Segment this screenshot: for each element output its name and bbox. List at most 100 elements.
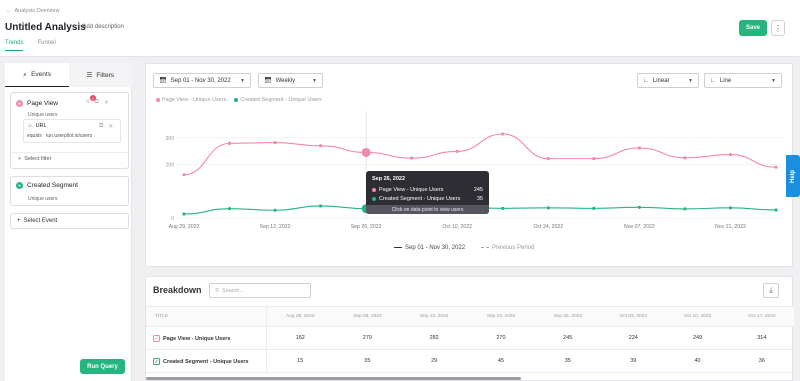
copy-icon[interactable]: ⧉: [99, 123, 103, 130]
breakdown-title: Breakdown: [153, 285, 202, 295]
table-cell: 29: [400, 349, 468, 373]
data-point: [592, 206, 596, 210]
column-header[interactable]: Sep 12, 2022: [400, 306, 468, 327]
x-tick-label: Sep 26, 2022: [351, 224, 382, 230]
legend-current-period[interactable]: Sep 01 - Nov 30, 2022: [394, 245, 465, 251]
close-icon[interactable]: ✕: [108, 123, 113, 130]
select-event-button[interactable]: + Select Event: [10, 213, 129, 229]
lightning-icon: ⚡︎: [22, 71, 28, 79]
breadcrumb-link[interactable]: Analysis Overview: [15, 8, 60, 14]
trends-chart-panel: 📅︎ Sep 01 - Nov 30, 2022 ▼ 📅︎ Weekly ▼ ∟…: [145, 63, 793, 267]
column-header[interactable]: Sep 19, 2022: [467, 306, 535, 327]
filter-operator[interactable]: equals: [27, 133, 42, 139]
table-cell: 282: [400, 326, 468, 350]
tab-filters[interactable]: ☰ Filters: [68, 63, 132, 87]
back-arrow-icon[interactable]: ←: [6, 8, 12, 14]
row-title-cell: ✓ Page View - Unique Users: [146, 326, 267, 350]
event-name[interactable]: Page View: [27, 100, 58, 107]
help-tab[interactable]: Help: [786, 155, 800, 197]
tooltip-swatch: [372, 188, 376, 192]
row-title: Created Segment - Unique Users: [163, 358, 249, 365]
run-query-button[interactable]: Run Query: [80, 359, 125, 374]
row-title: Page View - Unique Users: [163, 335, 231, 342]
column-header[interactable]: Oct 17, 2022: [729, 306, 794, 327]
download-button[interactable]: ⤓: [763, 283, 779, 298]
event-header: ● Page View: [16, 100, 58, 107]
table-cell: 35: [534, 349, 602, 373]
legend-previous-period[interactable]: Previous Period: [481, 245, 534, 251]
tab-events[interactable]: ⚡︎ Events: [5, 63, 69, 87]
select-filter-button[interactable]: + Select filter: [18, 156, 51, 162]
tab-funnel[interactable]: Funnel: [37, 40, 55, 51]
line-chart[interactable]: 0 200 300 Aug 29, 2022 Sep 12, 2022 Sep 26, 2…: [146, 64, 794, 268]
data-point: [501, 132, 505, 136]
event-card-created-segment[interactable]: ● Created Segment Unique users: [10, 176, 129, 206]
close-icon[interactable]: ✕: [104, 99, 109, 106]
query-sidebar: ⚡︎ Events ☰ Filters ● Page View ≡ 1 ⧉ ✕ U…: [5, 63, 132, 381]
data-point: [774, 208, 778, 212]
event-name[interactable]: Created Segment: [27, 182, 78, 189]
table-cell: 39: [601, 349, 666, 373]
event-header: ● Created Segment: [16, 182, 78, 189]
horizontal-scrollbar[interactable]: [146, 377, 521, 380]
page-title[interactable]: Untitled Analysis: [5, 22, 86, 33]
tooltip-swatch: [372, 197, 376, 201]
event-metric[interactable]: Unique users: [28, 196, 57, 202]
table-row: ✓ Page View - Unique Users 162 279 282 27…: [146, 326, 794, 350]
save-button[interactable]: Save: [739, 20, 767, 36]
more-options-button[interactable]: ⋮: [771, 20, 785, 36]
tooltip-row: Created Segment - Unique Users 35: [372, 196, 483, 202]
sidebar-tabs: ⚡︎ Events ☰ Filters: [5, 63, 132, 87]
event-filter[interactable]: ☺ URL ⧉ ✕ equals run.userpilot.io/users: [23, 119, 121, 143]
tooltip-value: 245: [473, 187, 483, 193]
y-tick-label: 0: [171, 216, 174, 222]
x-tick-label: Oct 24, 2022: [533, 224, 563, 230]
tooltip-date: Sep 26, 2022: [372, 176, 406, 182]
filter-value[interactable]: run.userpilot.io/users: [46, 133, 92, 139]
tab-trends[interactable]: Trends: [5, 40, 24, 51]
table-cell: 249: [665, 326, 730, 350]
breakdown-table: TITLE Aug 29, 2022 Sep 05, 2022 Sep 12, …: [146, 306, 794, 373]
data-point: [182, 173, 186, 177]
event-card-page-view[interactable]: ● Page View ≡ 1 ⧉ ✕ Unique users ☺ URL ⧉ …: [10, 92, 129, 169]
search-icon: ⚲: [215, 287, 220, 294]
data-point: [319, 204, 323, 208]
column-header[interactable]: Oct 10, 2022: [665, 306, 730, 327]
column-header[interactable]: Sep 05, 2022: [333, 306, 401, 327]
x-tick-label: Nov 07, 2022: [624, 224, 655, 230]
breadcrumb[interactable]: ← Analysis Overview: [6, 8, 59, 14]
filter-condition: equals run.userpilot.io/users: [27, 133, 92, 139]
current-period-label: Sep 01 - Nov 30, 2022: [405, 245, 466, 251]
user-icon: ☺: [27, 123, 33, 129]
add-description-button[interactable]: + Add description: [77, 24, 124, 30]
tooltip-label: Created Segment - Unique Users: [379, 196, 461, 202]
search-placeholder: Search...: [222, 287, 245, 294]
data-point: [546, 157, 550, 161]
tooltip-label: Page View - Unique Users: [379, 187, 444, 193]
column-header-title[interactable]: TITLE: [146, 306, 267, 327]
filter-icon[interactable]: ≡ 1: [86, 95, 96, 106]
x-tick-label: Oct 10, 2022: [442, 224, 472, 230]
select-filter-label: Select filter: [24, 156, 52, 162]
tooltip-footer[interactable]: Click on data point to view users: [366, 205, 489, 214]
column-header[interactable]: Aug 29, 2022: [266, 306, 334, 327]
x-tick-label: Sep 12, 2022: [260, 224, 291, 230]
data-point: [501, 206, 505, 210]
data-point: [182, 212, 186, 216]
table-row: ✓ Created Segment - Unique Users 15 35 29…: [146, 349, 794, 373]
filter-actions: ⧉ ✕: [99, 123, 113, 130]
tab-filters-label: Filters: [96, 71, 115, 79]
event-metric[interactable]: Unique users: [28, 112, 57, 118]
row-checkbox[interactable]: ✓: [153, 334, 160, 342]
tooltip-row: Page View - Unique Users 245: [372, 187, 483, 193]
data-point: [273, 208, 277, 212]
column-header[interactable]: Oct 03, 2022: [601, 306, 666, 327]
table-cell: 36: [729, 349, 794, 373]
breakdown-search-input[interactable]: ⚲ Search...: [209, 283, 311, 298]
y-tick-label: 300: [166, 136, 175, 142]
row-checkbox[interactable]: ✓: [153, 357, 160, 365]
table-cell: 162: [266, 326, 334, 350]
column-header[interactable]: Sep 26, 2022: [534, 306, 602, 327]
analysis-tabs: Trends Funnel: [5, 40, 56, 51]
data-point: [273, 140, 277, 145]
